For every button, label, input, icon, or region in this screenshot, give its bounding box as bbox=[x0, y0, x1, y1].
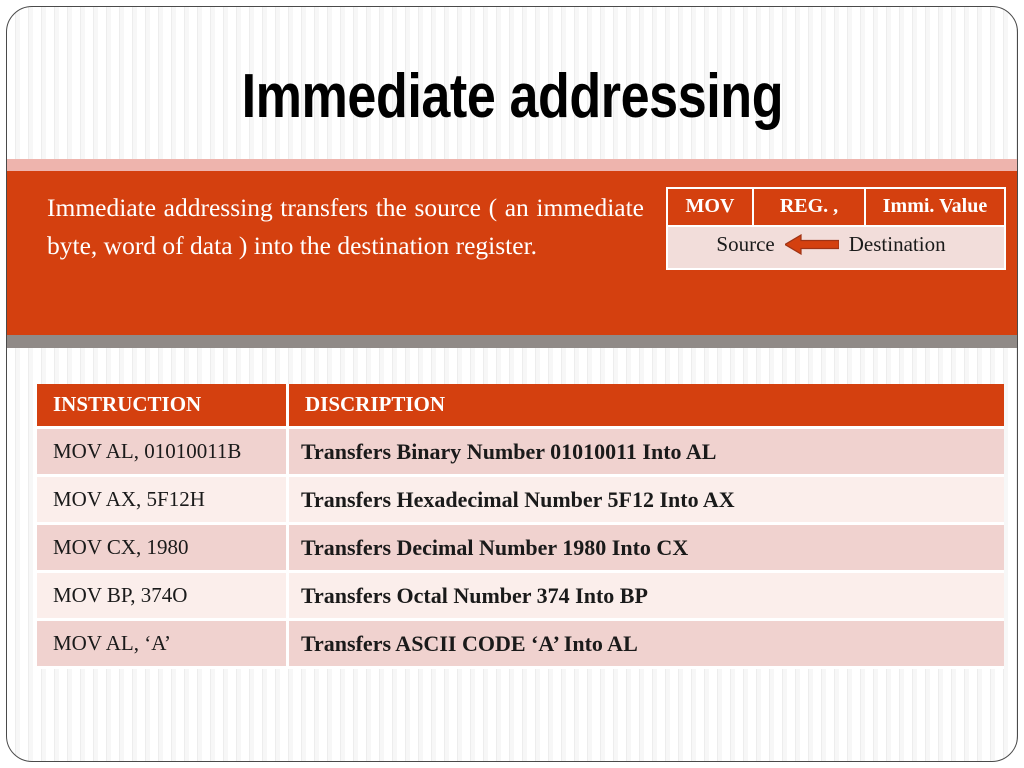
mov-cell-register: REG. , bbox=[754, 189, 866, 225]
slide-canvas: Immediate addressing Immediate addressin… bbox=[6, 6, 1018, 762]
table-row: MOV AX, 5F12H Transfers Hexadecimal Numb… bbox=[37, 477, 1004, 525]
table-row: MOV BP, 374O Transfers Octal Number 374 … bbox=[37, 573, 1004, 621]
page-title: Immediate addressing bbox=[241, 62, 783, 131]
mov-syntax-direction-row: Source Destination bbox=[666, 227, 1006, 270]
source-label: Source bbox=[716, 232, 775, 256]
cell-description: Transfers Decimal Number 1980 Into CX bbox=[289, 525, 1004, 573]
cell-description: Transfers Octal Number 374 Into BP bbox=[289, 573, 1004, 621]
column-header-description: DISCRIPTION bbox=[289, 384, 1004, 429]
table-row: MOV AL, 01010011B Transfers Binary Numbe… bbox=[37, 429, 1004, 477]
destination-label: Destination bbox=[848, 232, 946, 256]
table-row: MOV CX, 1980 Transfers Decimal Number 19… bbox=[37, 525, 1004, 573]
cell-description: Transfers Hexadecimal Number 5F12 Into A… bbox=[289, 477, 1004, 525]
table-header-row: INSTRUCTION DISCRIPTION bbox=[37, 384, 1004, 429]
cell-instruction: MOV BP, 374O bbox=[37, 573, 289, 621]
column-header-instruction: INSTRUCTION bbox=[37, 384, 289, 429]
cell-description: Transfers ASCII CODE ‘A’ Into AL bbox=[289, 621, 1004, 669]
cell-instruction: MOV AL, ‘A’ bbox=[37, 621, 289, 669]
banner-body-text: Immediate addressing transfers the sourc… bbox=[47, 193, 644, 260]
cell-instruction: MOV CX, 1980 bbox=[37, 525, 289, 573]
banner-bottom-gray-strip bbox=[7, 335, 1017, 348]
cell-instruction: MOV AX, 5F12H bbox=[37, 477, 289, 525]
table-row: MOV AL, ‘A’ Transfers ASCII CODE ‘A’ Int… bbox=[37, 621, 1004, 669]
cell-description: Transfers Binary Number 01010011 Into AL bbox=[289, 429, 1004, 477]
mov-cell-immediate-value: Immi. Value bbox=[882, 195, 988, 217]
title-area: Immediate addressing bbox=[7, 49, 1017, 145]
mov-syntax-header-row: MOV REG. , Immi. Value bbox=[666, 187, 1006, 227]
instruction-table: INSTRUCTION DISCRIPTION MOV AL, 01010011… bbox=[37, 384, 1004, 669]
cell-instruction: MOV AL, 01010011B bbox=[37, 429, 289, 477]
left-arrow-icon bbox=[784, 234, 839, 255]
mov-syntax-table: MOV REG. , Immi. Value Source Destinatio… bbox=[666, 187, 1006, 270]
description-banner: Immediate addressing transfers the sourc… bbox=[7, 171, 1017, 335]
mov-cell-mnemonic: MOV bbox=[668, 189, 754, 225]
banner-top-pink-strip bbox=[7, 159, 1017, 171]
